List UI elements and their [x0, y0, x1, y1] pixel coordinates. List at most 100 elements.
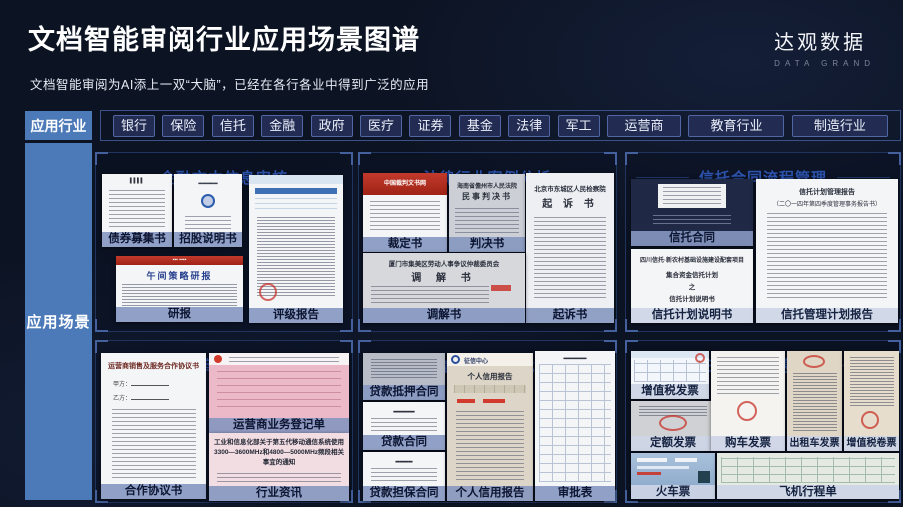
doc-label: 行业资讯	[209, 486, 349, 501]
industry-chip-law[interactable]: 法律	[508, 115, 550, 137]
paper-sheet	[658, 184, 726, 208]
text-lines	[371, 418, 437, 432]
doc-text: ▂▂▂▂▂	[365, 407, 442, 413]
doc-text: ▂▂▂▂▂▂	[537, 354, 612, 360]
industry-chip-medical[interactable]: 医疗	[360, 115, 402, 137]
text-lines	[371, 286, 489, 306]
red-seal-icon	[737, 401, 757, 421]
doc-heading: 工业和信息化部关于第五代移动通信系统使用3300—3600MHz和4800—50…	[213, 438, 345, 467]
doc-label: 评级报告	[249, 308, 343, 323]
ticket-text-line	[675, 458, 697, 462]
text-lines	[850, 357, 894, 407]
doc-car-invoice: 购车发票	[711, 351, 785, 451]
doc-indictment: 北京市东城区人民检察院 起 诉 书 起诉书	[526, 173, 614, 323]
doc-subheading: 调 解 书	[368, 269, 520, 284]
doc-ipo-prospectus: ▂▂▂▂▂ 招股说明书	[174, 174, 242, 247]
slide: 文档智能审阅行业应用场景图谱 达观数据 DATA GRAND 文档智能审阅为AI…	[0, 0, 903, 507]
industry-chip-insurance[interactable]: 保险	[162, 115, 204, 137]
industry-chip-manufacturing[interactable]: 制造行业	[792, 115, 888, 137]
doc-label: 债券募集书	[102, 232, 172, 247]
doc-label: 购车发票	[711, 436, 785, 451]
doc-text: ▂▂▂▂	[365, 457, 442, 463]
text-lines	[109, 190, 165, 228]
doc-heading: 信托计划管理报告	[760, 187, 894, 197]
panel-financial-text-review: 金融文本信息审核 ▌▌▌▌ 债券募集书 ▂▂▂▂▂ 招股说明书 评级报告 ▪▪▪…	[95, 152, 353, 332]
red-redaction	[457, 399, 475, 403]
doc-heading: 运营商销售及服务合作协议书	[104, 361, 203, 371]
doc-label: 判决书	[449, 237, 525, 252]
doc-label: 定额发票	[631, 436, 715, 451]
text-lines	[371, 359, 437, 379]
scenarios-sidebar-label: 应用场景	[25, 143, 92, 500]
ticket-text-line	[637, 458, 667, 462]
doc-heading: 厦门市集美区劳动人事争议仲裁委员会	[368, 258, 520, 268]
doc-line: 四川信托·新农村基础设施建设配套项目	[635, 255, 750, 264]
doc-line: 之	[635, 281, 750, 291]
form-header-band	[209, 353, 349, 365]
doc-taxi-invoice: 出租车发票	[787, 351, 842, 451]
data-table	[255, 188, 338, 210]
panel-trust-contract-management: 信托合同流程管理 信托合同 四川信托·新农村基础设施建设配套项目 集合资金信托计…	[625, 152, 901, 332]
doc-banner: 中国裁判文书网	[363, 173, 447, 195]
doc-heading: 午间策略研报	[120, 269, 239, 282]
red-seal-icon	[695, 353, 705, 363]
doc-heading: 海南省儋州市人民法院	[451, 181, 522, 190]
industry-chip-finance[interactable]: 金融	[261, 115, 303, 137]
doc-label: 贷款担保合同	[363, 486, 445, 501]
industries-container: 银行 保险 信托 金融 政府 医疗 证券 基金 法律 军工 运营商 教育行业 制…	[100, 110, 901, 141]
industry-chip-trust[interactable]: 信托	[212, 115, 254, 137]
doc-trust-management-report: 信托计划管理报告 （二〇一四年第四季度管理事务报告书） 信托管理计划报告	[756, 179, 898, 323]
text-lines	[112, 409, 196, 479]
panel-credit-document-approval: 信贷文档审批 贷款抵押合同 ▂▂▂▂▂ 贷款合同 ▂▂▂▂ 贷款担保合同 征信中…	[358, 340, 617, 503]
industry-chip-fund[interactable]: 基金	[459, 115, 501, 137]
text-lines	[371, 468, 437, 482]
doc-label: 起诉书	[526, 308, 614, 323]
red-redaction	[483, 399, 505, 403]
report-header-band: 征信中心	[447, 353, 533, 366]
text-lines	[663, 187, 720, 205]
brand-name-en: DATA GRAND	[774, 59, 875, 68]
text-lines	[455, 208, 519, 234]
form-rows	[217, 371, 340, 413]
invoice-grid	[634, 360, 706, 382]
operator-logo-icon	[214, 355, 222, 363]
doc-vat-roll-invoice: 增值税卷票	[844, 351, 899, 451]
industry-chip-operator[interactable]: 运营商	[607, 115, 681, 137]
page-title: 文档智能审阅行业应用场景图谱	[28, 18, 420, 57]
doc-cooperation-agreement: 运营商销售及服务合作协议书 甲方： 乙方： 合作协议书	[101, 353, 206, 499]
industry-chip-education[interactable]: 教育行业	[688, 115, 784, 137]
text-lines	[717, 357, 779, 397]
industry-chip-military[interactable]: 军工	[558, 115, 600, 137]
text-lines	[217, 473, 340, 485]
table-band	[454, 385, 526, 393]
text-lines	[793, 373, 837, 431]
doc-heading: 个人信用报告	[450, 371, 531, 382]
panel-scanned-certificate-extraction: 扫描证照信息提取 增值税发票 定额发票 购车发票 出租车发票 增值税卷票	[625, 340, 901, 503]
doc-label: 信托计划说明书	[631, 308, 753, 323]
doc-label: 合作协议书	[101, 484, 206, 499]
doc-label: 增值税卷票	[844, 436, 899, 451]
industry-chip-government[interactable]: 政府	[311, 115, 353, 137]
doc-label: 贷款合同	[363, 435, 445, 450]
doc-loan-guarantee-contract: ▂▂▂▂ 贷款担保合同	[363, 452, 445, 501]
doc-label: 增值税发票	[631, 384, 709, 399]
doc-fixed-invoice: 定额发票	[631, 401, 715, 451]
brand-name: 达观数据	[774, 26, 875, 55]
text-lines	[456, 411, 525, 483]
credit-center-logo-icon	[451, 355, 460, 364]
industry-chip-bank[interactable]: 银行	[113, 115, 155, 137]
red-stamp-icon	[491, 285, 511, 291]
red-seal-icon	[861, 411, 879, 429]
doc-label: 审批表	[535, 486, 615, 501]
brand-logo: 达观数据 DATA GRAND	[774, 26, 875, 68]
org-name: 征信中心	[464, 356, 488, 365]
text-lines	[122, 284, 236, 308]
doc-text: ▌▌▌▌	[104, 178, 170, 184]
doc-label: 贷款抵押合同	[363, 385, 445, 400]
doc-text: ▂▂▂▂▂	[176, 179, 240, 185]
itinerary-grid	[721, 457, 896, 483]
red-seal-icon	[659, 415, 687, 431]
doc-vat-invoice: 增值税发票	[631, 351, 709, 399]
doc-flight-itinerary: 飞机行程单	[717, 453, 899, 499]
industry-chip-securities[interactable]: 证券	[409, 115, 451, 137]
